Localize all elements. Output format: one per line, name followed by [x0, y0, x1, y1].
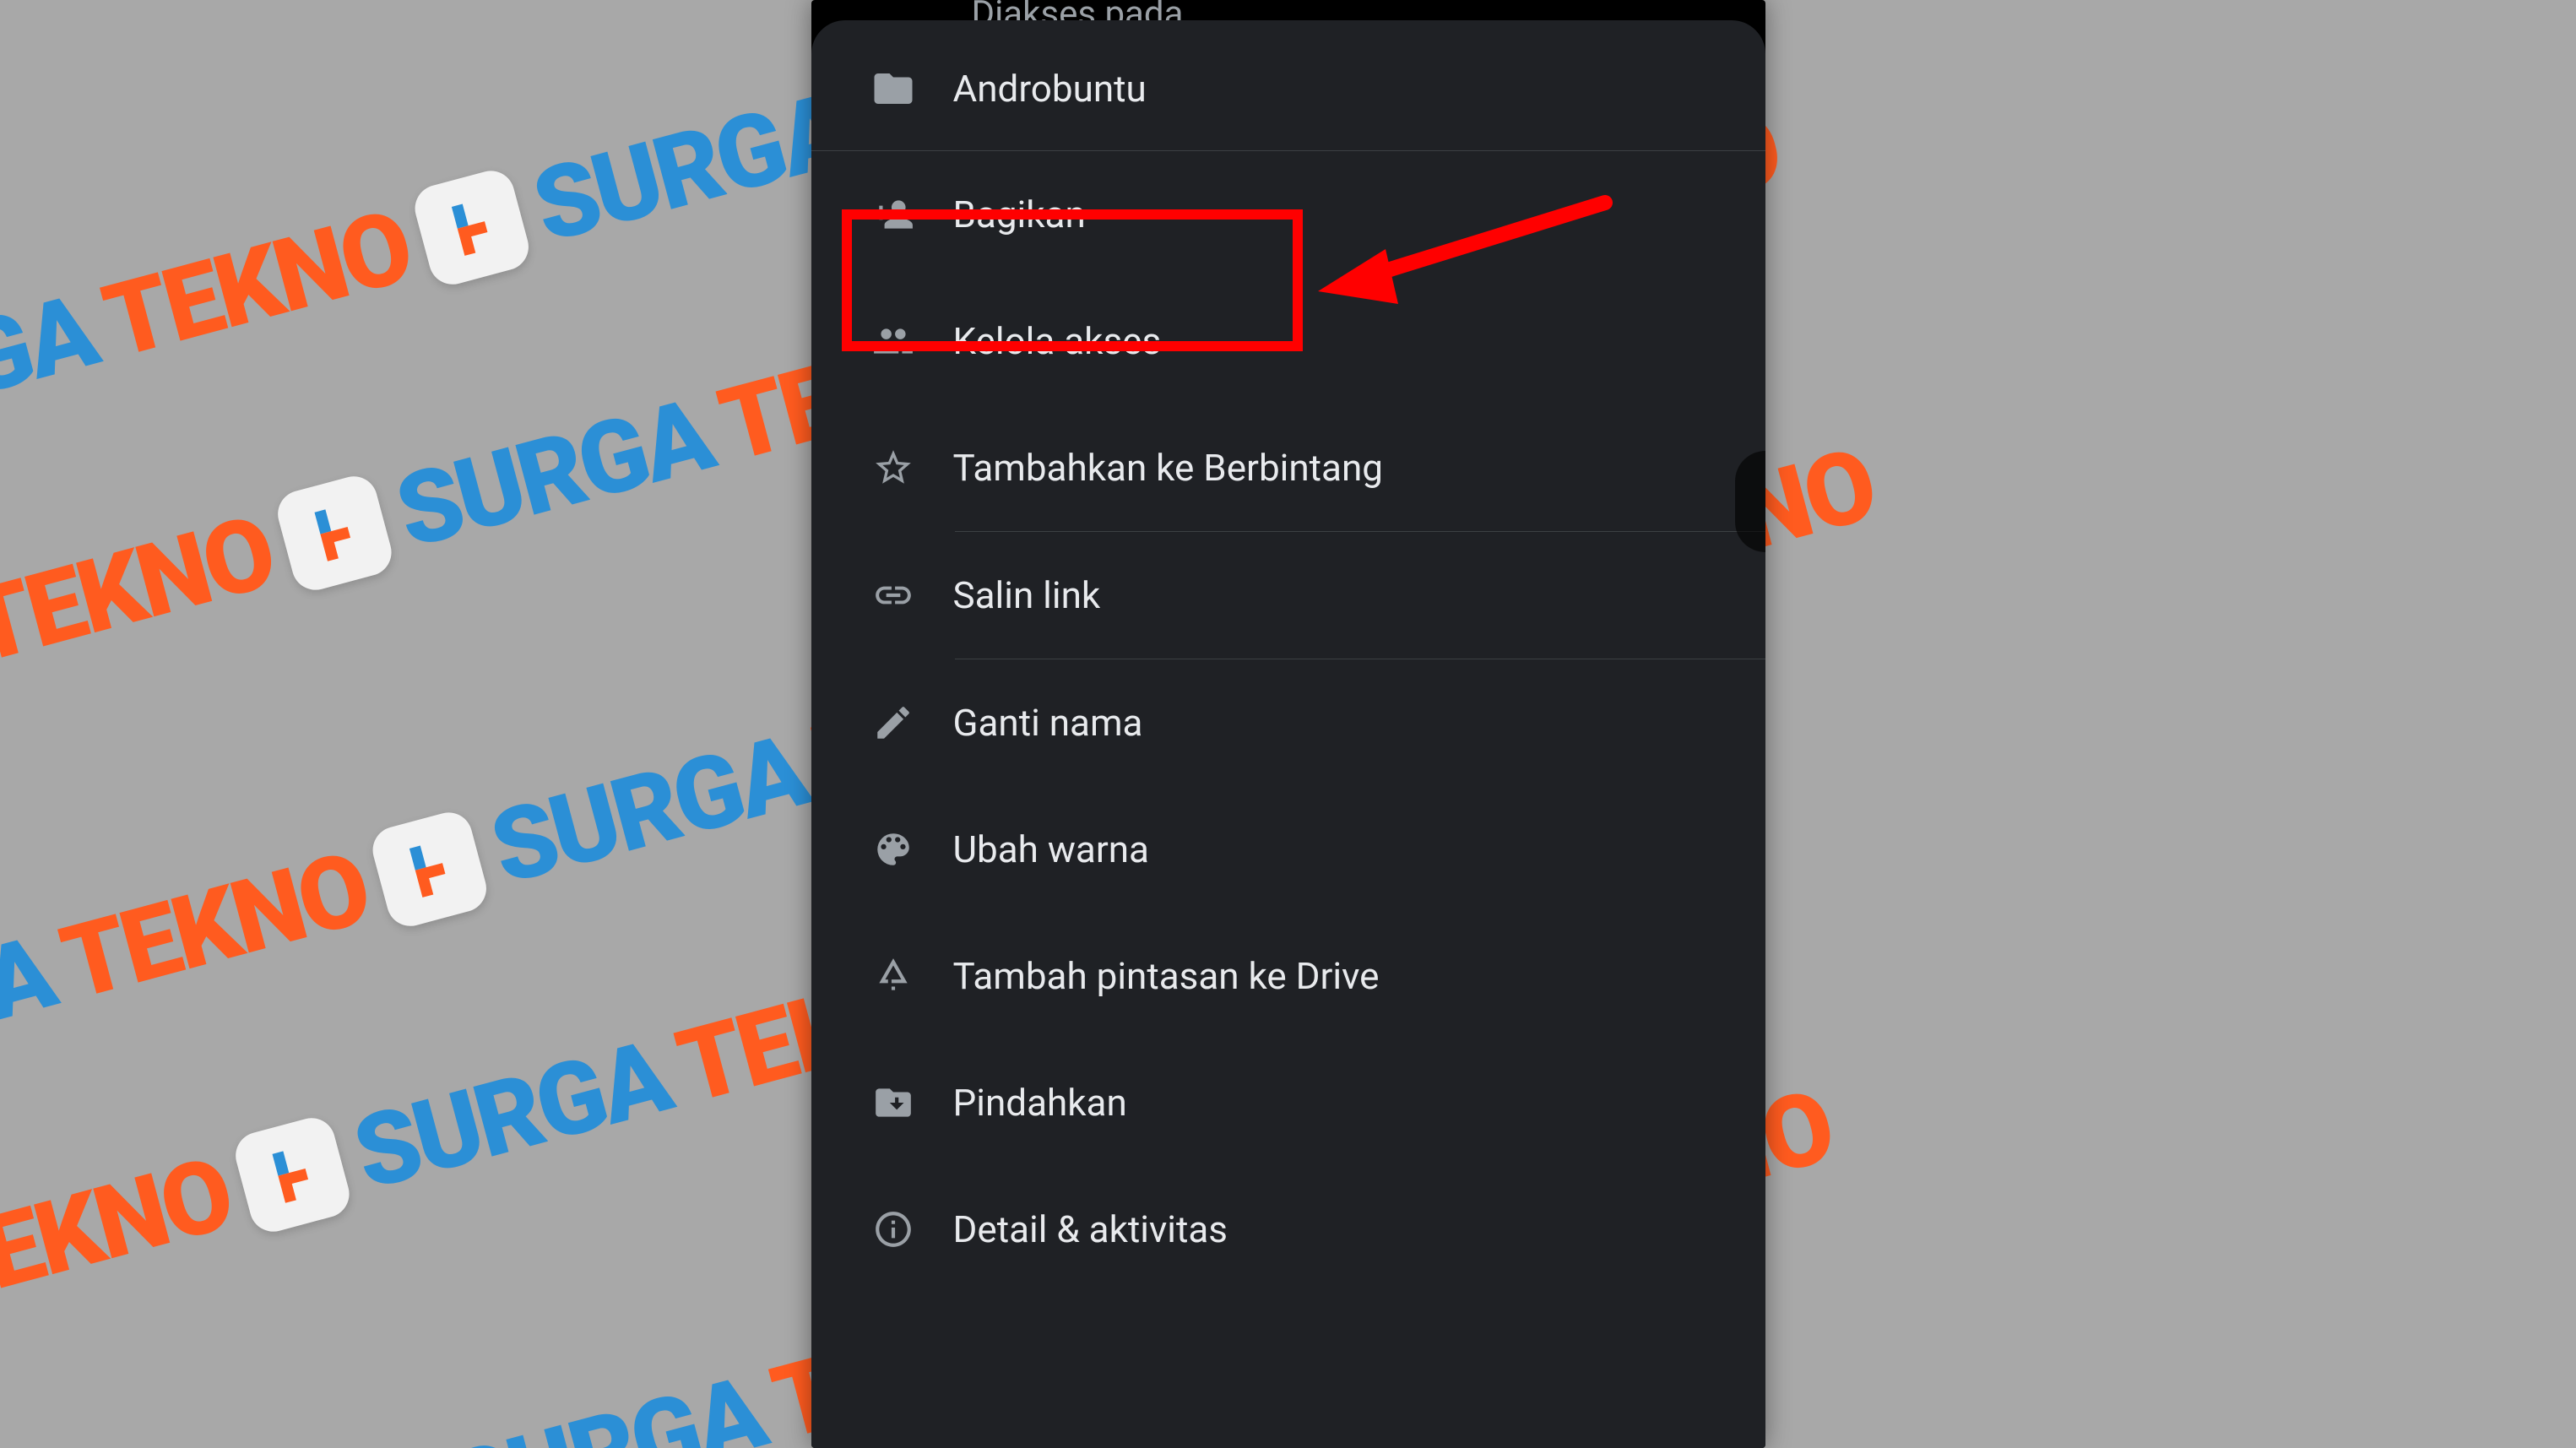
watermark-word1: SURGA — [0, 273, 106, 469]
scroll-edge-indicator — [1735, 451, 1765, 552]
menu-label: Ubah warna — [953, 827, 1149, 871]
menu-label: Tambah pintasan ke Drive — [953, 954, 1380, 998]
watermark-word1: SURGA — [0, 914, 64, 1111]
menu-label: Detail & aktivitas — [953, 1207, 1228, 1251]
menu-label: Kelola akses — [953, 319, 1162, 363]
folder-icon — [870, 66, 916, 111]
move-to-folder-icon — [870, 1080, 916, 1125]
watermark-word2: TEKNO — [0, 1135, 243, 1329]
menu-item-copy-link[interactable]: Salin link — [811, 532, 1765, 659]
watermark-logo-icon — [230, 1113, 355, 1237]
watermark-logo-icon — [368, 807, 492, 931]
watermark-word1: SURGA — [343, 1018, 681, 1215]
watermark-logo-icon — [273, 471, 397, 595]
menu-item-manage-access[interactable]: Kelola akses — [811, 278, 1765, 404]
menu-item-details[interactable]: Detail & aktivitas — [811, 1166, 1765, 1293]
bottom-sheet: Androbuntu Bagikan Kelola akses — [811, 20, 1765, 1448]
watermark-word1: SURGA — [522, 71, 860, 268]
watermark-word1: SURGA — [437, 1354, 775, 1448]
stage: // (placeholder; real cells are static b… — [0, 0, 2576, 1448]
sheet-title: Androbuntu — [953, 67, 1147, 111]
sheet-header: Androbuntu — [811, 20, 1765, 151]
watermark-word1: SURGA — [385, 377, 723, 573]
menu-item-add-shortcut[interactable]: Tambah pintasan ke Drive — [811, 913, 1765, 1039]
menu-item-add-star[interactable]: Tambahkan ke Berbintang — [811, 404, 1765, 531]
menu-label: Ganti nama — [953, 701, 1143, 745]
menu-label: Tambahkan ke Berbintang — [953, 446, 1383, 490]
menu-item-change-color[interactable]: Ubah warna — [811, 786, 1765, 913]
menu-item-rename[interactable]: Ganti nama — [811, 659, 1765, 786]
menu-item-move[interactable]: Pindahkan — [811, 1039, 1765, 1166]
watermark-word2: TEKNO — [51, 830, 380, 1024]
watermark-word1: SURGA — [480, 713, 817, 909]
menu-label: Bagikan — [953, 193, 1086, 236]
phone-screenshot: Diakses pada ... Androbuntu Bagikan — [811, 0, 1765, 1448]
menu-label: Salin link — [953, 573, 1101, 617]
palette-icon — [870, 827, 916, 872]
pencil-icon — [870, 700, 916, 746]
person-add-icon — [870, 192, 916, 237]
people-icon — [870, 318, 916, 364]
link-icon — [870, 572, 916, 618]
menu-list: Bagikan Kelola akses Tambahkan ke Berbin… — [811, 151, 1765, 1293]
star-outline-icon — [870, 445, 916, 491]
drive-shortcut-icon — [870, 953, 916, 999]
info-icon — [870, 1207, 916, 1252]
watermark-logo-icon — [410, 165, 534, 290]
watermark-word2: TEKNO — [93, 188, 422, 382]
menu-label: Pindahkan — [953, 1081, 1127, 1125]
menu-item-share[interactable]: Bagikan — [811, 151, 1765, 278]
watermark-word2: TEKNO — [0, 493, 285, 687]
